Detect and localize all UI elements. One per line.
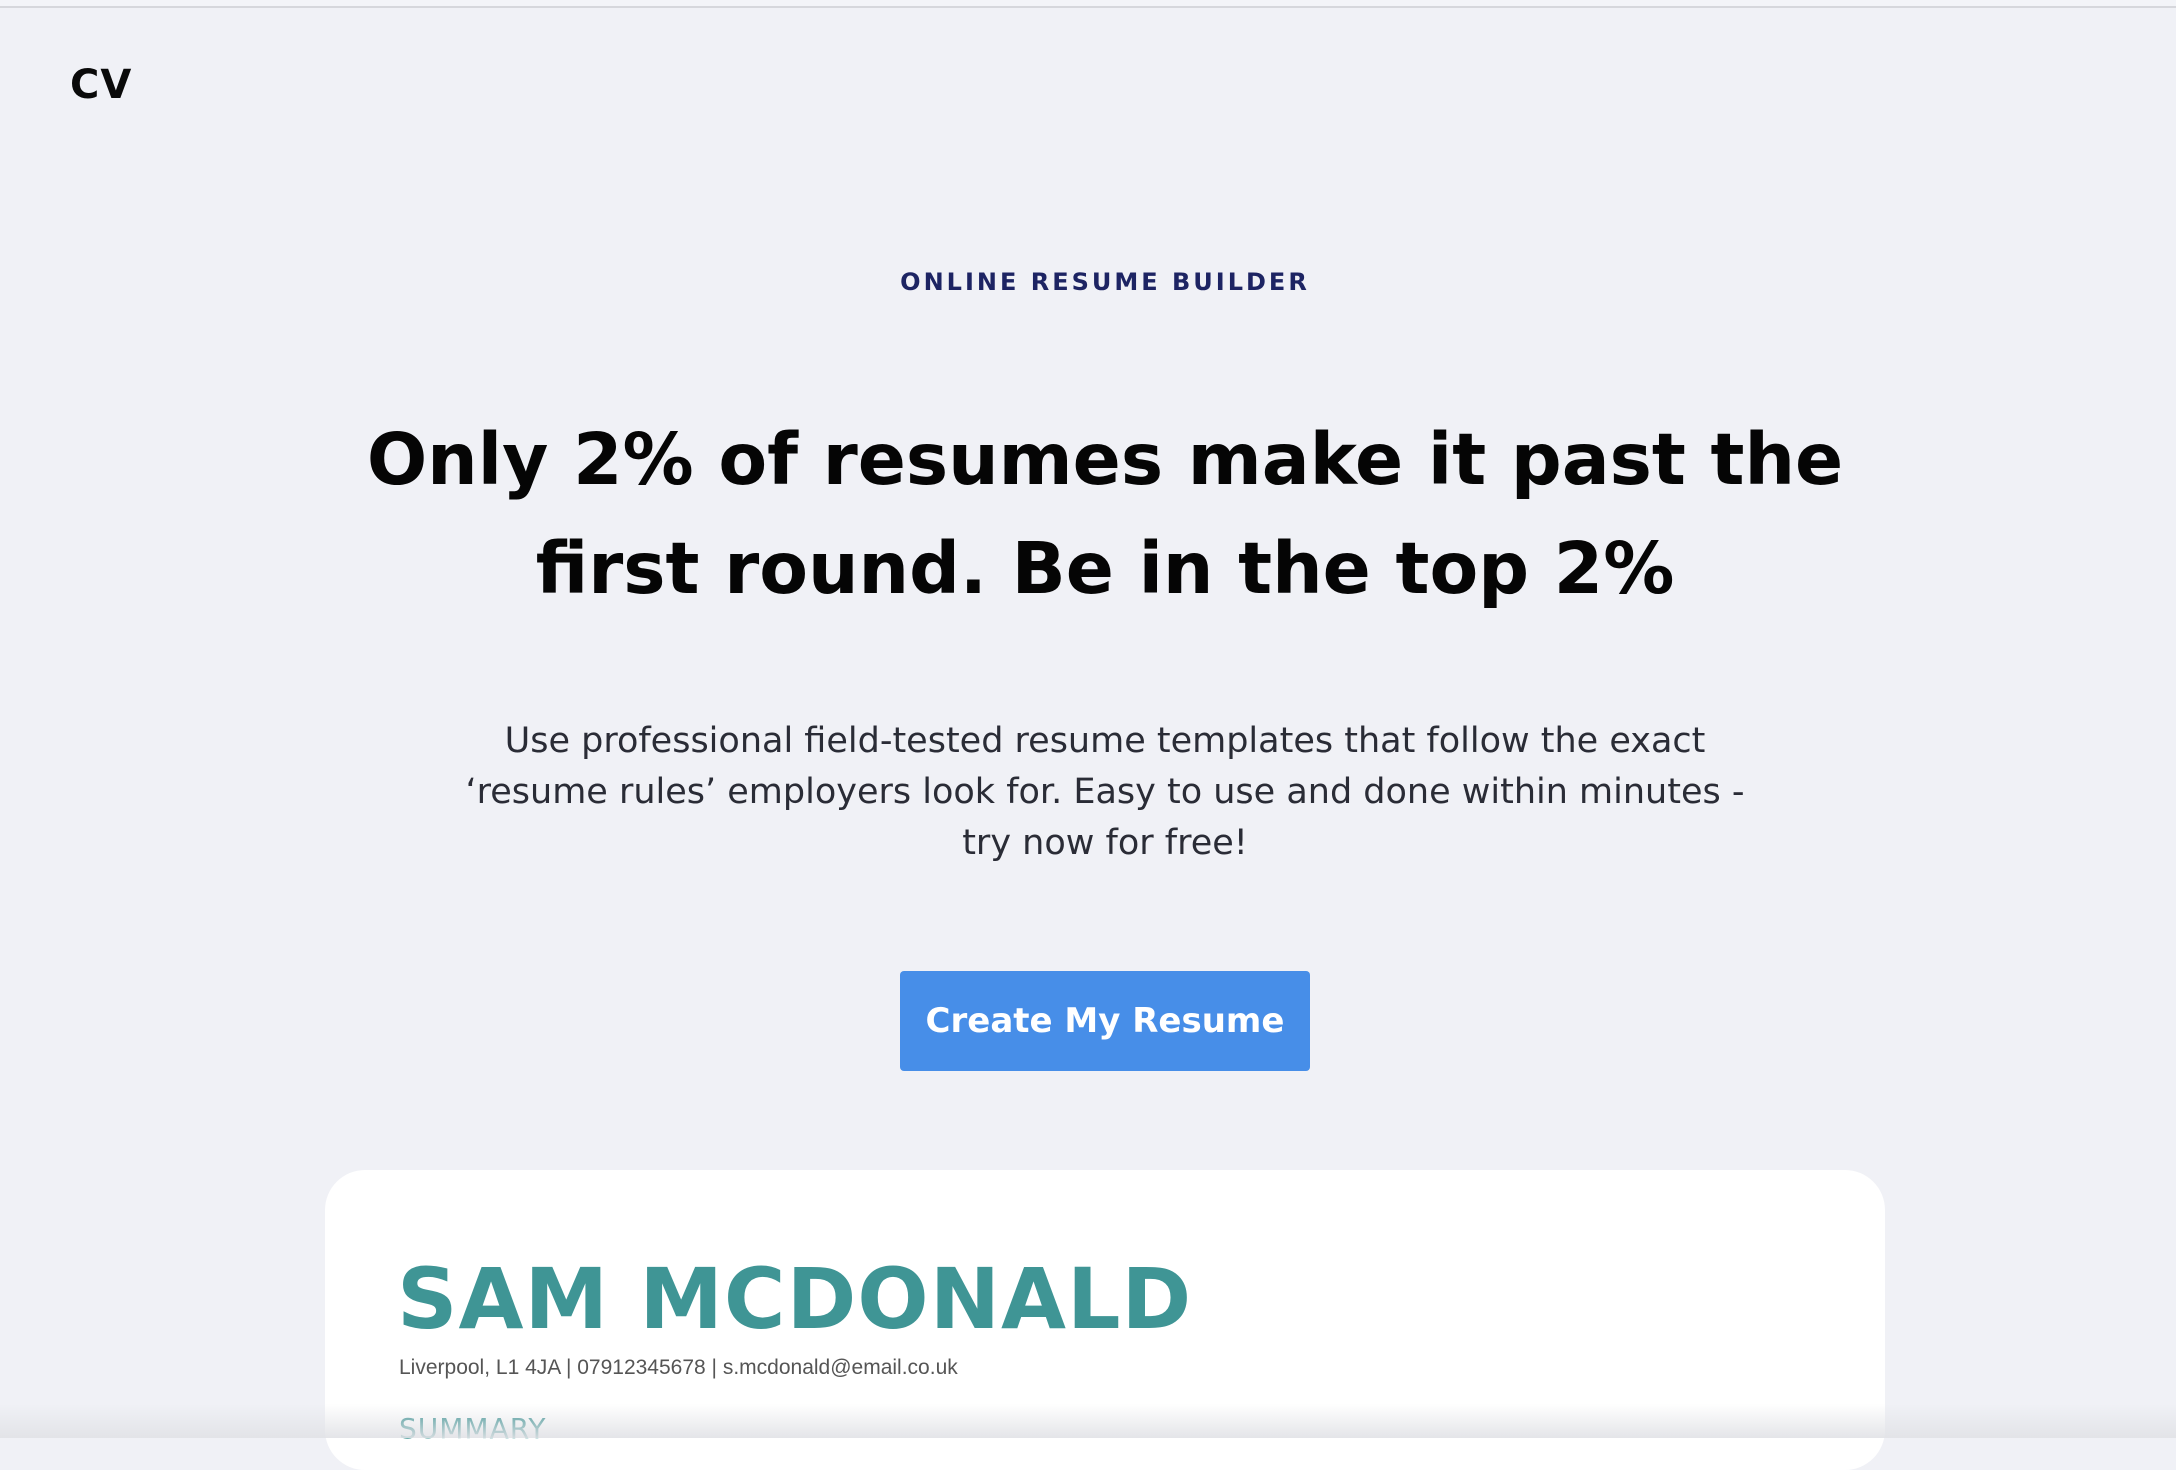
hero-headline: Only 2% of resumes make it past the firs… (366, 418, 1844, 610)
logo[interactable]: CV (70, 62, 132, 108)
resume-name: SAM MCDONALD (397, 1250, 1193, 1348)
eyebrow-label: ONLINE RESUME BUILDER (900, 268, 1310, 296)
top-border (0, 0, 2176, 8)
resume-contact: Liverpool, L1 4JA | 07912345678 | s.mcdo… (399, 1356, 958, 1379)
bottom-fade (0, 1404, 2176, 1438)
create-resume-button[interactable]: Create My Resume (900, 971, 1310, 1071)
hero-subtext: Use professional field-tested resume tem… (465, 721, 1745, 863)
